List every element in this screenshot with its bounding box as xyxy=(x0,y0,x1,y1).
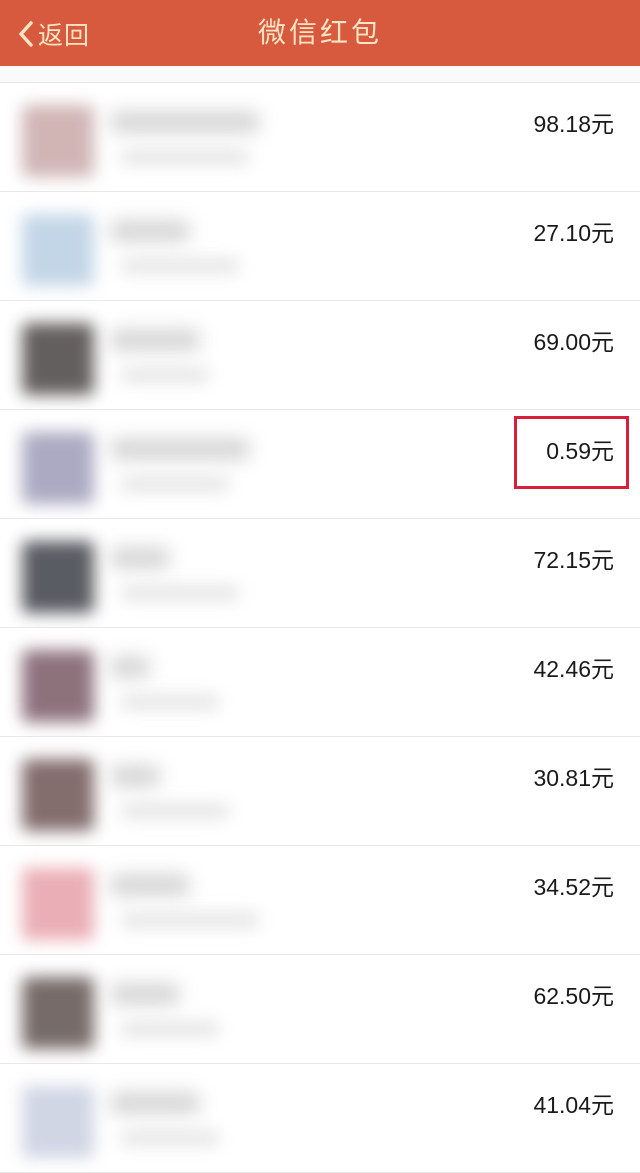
blurred-timestamp xyxy=(120,1130,220,1146)
amount: 72.15元 xyxy=(533,547,614,573)
avatar xyxy=(22,432,94,504)
blurred-sender-name xyxy=(110,874,190,896)
back-label: 返回 xyxy=(38,21,91,50)
blurred-timestamp xyxy=(120,258,240,274)
amount: 30.81元 xyxy=(533,765,614,791)
blurred-sender-name xyxy=(110,983,180,1005)
blurred-timestamp xyxy=(120,367,210,383)
blurred-sender-name xyxy=(110,329,200,351)
amount: 42.46元 xyxy=(533,656,614,682)
blurred-sender-name xyxy=(110,220,190,242)
back-button[interactable]: 返回 xyxy=(18,14,90,54)
amount: 98.18元 xyxy=(533,111,614,137)
blurred-sender-name xyxy=(110,1092,200,1114)
list-item[interactable]: 0.59元 xyxy=(0,410,640,519)
avatar xyxy=(22,650,94,722)
list-item[interactable]: 72.15元 xyxy=(0,519,640,628)
list-item[interactable]: 98.18元 xyxy=(0,83,640,192)
avatar xyxy=(22,1086,94,1158)
blurred-sender-name xyxy=(110,111,260,133)
amount: 34.52元 xyxy=(533,874,614,900)
list-item[interactable]: 69.00元 xyxy=(0,301,640,410)
blurred-timestamp xyxy=(120,1021,220,1037)
list-top-spacer xyxy=(0,66,640,83)
avatar xyxy=(22,105,94,177)
avatar xyxy=(22,759,94,831)
amount: 0.59元 xyxy=(546,438,614,464)
list-item[interactable]: 30.81元 xyxy=(0,737,640,846)
chevron-left-icon xyxy=(18,20,34,48)
page-title: 微信红包 xyxy=(257,16,382,49)
list-item[interactable]: 42.46元 xyxy=(0,628,640,737)
red-packet-list: 98.18元 27.10元 69.00元 0.59元 72.15元 42.46元… xyxy=(0,66,640,1173)
list-item[interactable]: 62.50元 xyxy=(0,955,640,1064)
avatar xyxy=(22,868,94,940)
amount: 69.00元 xyxy=(533,329,614,355)
avatar xyxy=(22,323,94,395)
blurred-timestamp xyxy=(120,803,230,819)
blurred-sender-name xyxy=(110,438,250,460)
navigation-bar: 返回 微信红包 xyxy=(0,0,640,66)
avatar xyxy=(22,541,94,613)
blurred-timestamp xyxy=(120,912,260,928)
amount: 62.50元 xyxy=(533,983,614,1009)
blurred-sender-name xyxy=(110,547,170,569)
blurred-timestamp xyxy=(120,694,220,710)
blurred-timestamp xyxy=(120,585,240,601)
amount: 41.04元 xyxy=(533,1092,614,1118)
avatar xyxy=(22,977,94,1049)
avatar xyxy=(22,214,94,286)
blurred-timestamp xyxy=(120,476,230,492)
list-item[interactable]: 27.10元 xyxy=(0,192,640,301)
amount: 27.10元 xyxy=(533,220,614,246)
list-item[interactable]: 41.04元 xyxy=(0,1064,640,1173)
list-item[interactable]: 34.52元 xyxy=(0,846,640,955)
blurred-sender-name xyxy=(110,656,150,678)
blurred-timestamp xyxy=(120,149,250,165)
blurred-sender-name xyxy=(110,765,160,787)
